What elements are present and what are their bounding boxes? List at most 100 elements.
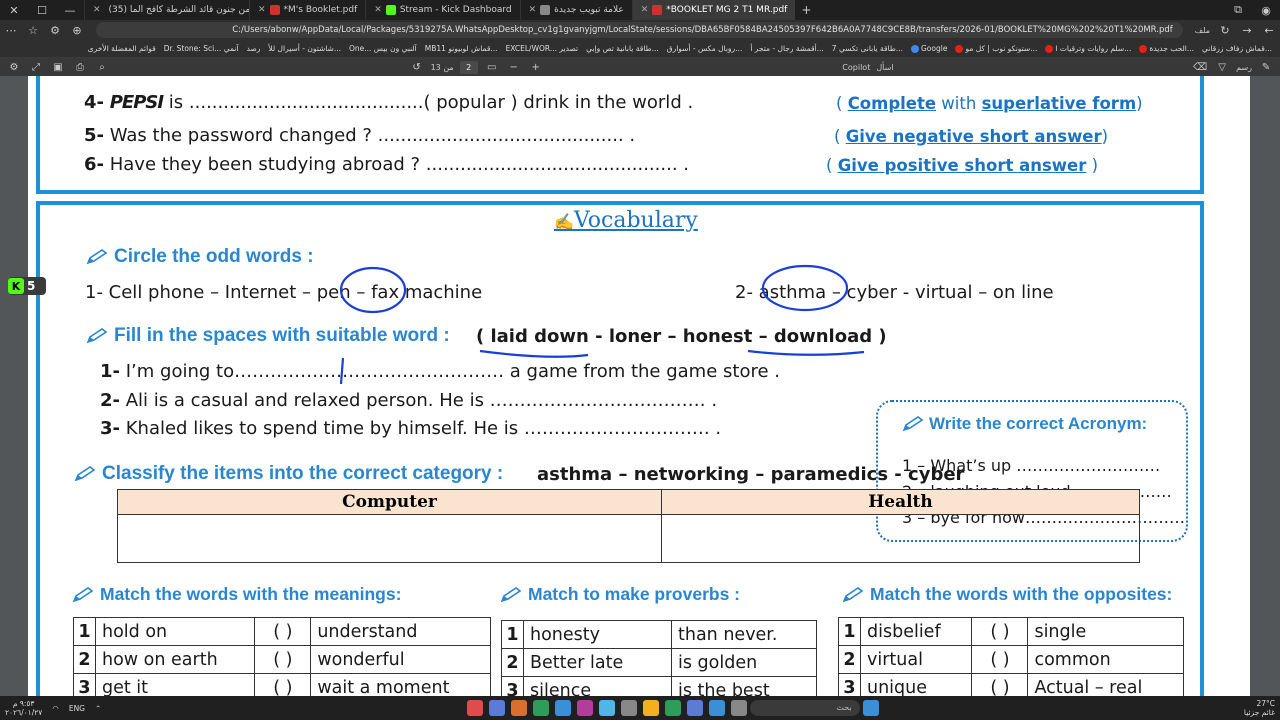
url-field[interactable]: C:/Users/abonw/AppData/Local/Packages/53… [96, 22, 1183, 38]
whatsapp-icon[interactable] [664, 700, 681, 716]
settings-icon[interactable]: ⚙ [6, 62, 22, 73]
answer-cell[interactable]: ( ) [971, 673, 1029, 696]
app-icon[interactable] [576, 700, 593, 716]
bookmark-item[interactable]: سلم روايات وترقيات ا... [1045, 44, 1131, 53]
close-tab-icon[interactable]: ✕ [641, 5, 649, 15]
bookmark-item[interactable]: Dr. Stone: Sci... آنمي [164, 44, 239, 53]
minimize-window-icon[interactable]: — [56, 0, 84, 20]
browser-tab[interactable]: ✕ علامة تبويب جديدة [519, 0, 632, 20]
app-icon[interactable] [708, 700, 725, 716]
pdf-viewport[interactable]: 4- PEPSI is ............................… [0, 76, 1280, 696]
bookmark-item[interactable]: قوائم المفضلة الأخرى [88, 44, 156, 53]
refresh-icon[interactable]: ↻ [1214, 24, 1236, 37]
task-view-icon[interactable] [730, 700, 747, 716]
close-tab-icon[interactable]: ✕ [93, 5, 101, 15]
answer-cell[interactable]: ( ) [254, 645, 312, 674]
app-icon[interactable] [598, 700, 615, 716]
close-tab-icon[interactable]: ✕ [529, 5, 537, 15]
bookmark-item[interactable]: MB11 قماش لوبيونو... [425, 44, 498, 53]
heading-text: Fill in the spaces with suitable word : [114, 325, 450, 346]
eraser-icon[interactable]: ⌫ [1192, 62, 1208, 73]
bookmark-item[interactable]: One... آلنبي ون بيس [349, 44, 417, 53]
question-5: 5- Was the password changed ? ..........… [84, 125, 635, 146]
table-row: 2 how on earth( ) wonderful [73, 645, 491, 674]
answer-cell[interactable]: ( ) [971, 645, 1029, 674]
draw-button[interactable]: رسم [1236, 63, 1252, 72]
app-icon[interactable] [642, 700, 659, 716]
fill-line-3: 3- Khaled likes to spend time by himself… [100, 418, 721, 439]
browser-tab[interactable]: ✕ (35) من جنون قائد الشرطة كافح الما... [84, 0, 249, 20]
bookmark-item[interactable]: روبال مكس - أسوارق... [667, 44, 743, 53]
app-icon[interactable] [686, 700, 703, 716]
draw-pen-icon[interactable]: ✎ [1258, 62, 1274, 73]
new-tab-button[interactable]: + [795, 3, 817, 17]
maximize-window-icon[interactable]: ☐ [28, 0, 56, 20]
clock[interactable]: ٩:٥٣ م ٢٠٢٦/٠١/٢٧ [0, 699, 47, 717]
back-icon[interactable]: ← [1258, 24, 1280, 37]
zoom-icon[interactable]: ⊕ [66, 24, 88, 37]
favorites-icon[interactable]: ☆ [22, 24, 44, 37]
zoom-in-icon[interactable]: + [528, 62, 544, 73]
close-tab-icon[interactable]: ✕ [258, 5, 266, 15]
app-icon[interactable] [466, 700, 483, 716]
close-tab-icon[interactable]: ✕ [374, 5, 382, 15]
answer-cell[interactable]: ( ) [254, 673, 312, 696]
bookmark-item[interactable]: Google [911, 44, 947, 53]
tray-expand-icon[interactable]: ⌃ [90, 704, 106, 713]
bookmark-item[interactable]: الحب جديدة... [1139, 44, 1194, 53]
computer-cell[interactable] [117, 514, 662, 563]
extensions-icon[interactable]: ⚙ [44, 24, 66, 37]
hint-paren: ) [1136, 94, 1143, 113]
page-number-input[interactable]: 2 [459, 60, 478, 74]
row-number: 2 [838, 645, 861, 674]
highlight-icon[interactable]: ▽ [1214, 62, 1230, 73]
app-icon[interactable] [488, 700, 505, 716]
start-icon[interactable] [862, 700, 879, 716]
bookmark-item[interactable]: أقمشة رجال - متجر أ... [750, 44, 823, 53]
wifi-icon[interactable]: ◠ [47, 704, 64, 713]
fullscreen-icon[interactable]: ⤢ [28, 62, 44, 73]
print-icon[interactable]: ⎙ [72, 62, 88, 73]
browser-tab[interactable]: ✕ *M's Booklet.pdf [249, 0, 365, 20]
copilot-button[interactable]: Copilot [842, 63, 870, 72]
edge-icon[interactable] [554, 700, 571, 716]
bookmark-item[interactable]: قماش زفاف زرقاني... [1202, 44, 1272, 53]
table-row: 3 unique( ) Actual – real [838, 673, 1184, 696]
word-cell: get it [94, 673, 256, 696]
tab-actions-icon[interactable]: ⧉ [1224, 0, 1252, 20]
health-cell[interactable] [661, 514, 1140, 563]
bookmark-item[interactable]: شاشتون - أسيرال للأ... [268, 44, 341, 53]
answer-cell[interactable]: ( ) [971, 617, 1029, 646]
browser-tab-active[interactable]: ✕ *BOOKLET MG 2 T1 MR.pdf [631, 0, 796, 20]
question-6-hint: ( Give positive short answer ) [826, 156, 1098, 175]
bookmark-item[interactable]: EXCEL/WOR... تصدير [506, 44, 579, 53]
rotate-icon[interactable]: ↺ [409, 62, 425, 73]
word-cell: silence [523, 676, 672, 696]
zoom-out-icon[interactable]: − [506, 62, 522, 73]
forward-icon[interactable]: → [1236, 24, 1258, 37]
bookmark-item[interactable]: رصد [246, 44, 260, 53]
bookmark-item[interactable]: طاقة يابانية تص وإبي... [586, 44, 659, 53]
lang-indicator[interactable]: ENG [64, 704, 90, 713]
search-icon[interactable]: ⌕ [94, 62, 110, 73]
app-icon[interactable] [510, 700, 527, 716]
menu-icon[interactable]: ⋯ [0, 24, 22, 37]
kick-badge[interactable]: K5 [8, 277, 46, 295]
date-text: ٢٠٢٦/٠١/٢٧ [5, 708, 43, 717]
bookmark-item[interactable]: طاقة يابانى تكسي 7... [832, 44, 903, 53]
app-icon[interactable] [532, 700, 549, 716]
taskbar-search[interactable]: بحث [749, 700, 860, 716]
fit-page-icon[interactable]: ▭ [484, 62, 500, 73]
close-window-icon[interactable]: ✕ [0, 0, 28, 20]
ask-button[interactable]: اسأل [876, 63, 893, 72]
line-text: I’m going to……………………………………… a game from … [125, 361, 780, 382]
bookmark-label: EXCEL/WOR... تصدير [505, 44, 579, 53]
weather-widget[interactable]: 27°C غائم جزئيا [1239, 699, 1280, 717]
app-icon[interactable] [620, 700, 637, 716]
answer-cell[interactable]: ( ) [254, 617, 312, 646]
bookmark-item[interactable]: ستونكو نوب | كل مو... [955, 44, 1037, 53]
section-title-text: Vocabulary [573, 208, 698, 233]
save-icon[interactable]: ▣ [50, 62, 66, 73]
browser-tab[interactable]: ✕ Stream - Kick Dashboard [365, 0, 519, 20]
profile-icon[interactable]: ◉ [1252, 0, 1280, 20]
